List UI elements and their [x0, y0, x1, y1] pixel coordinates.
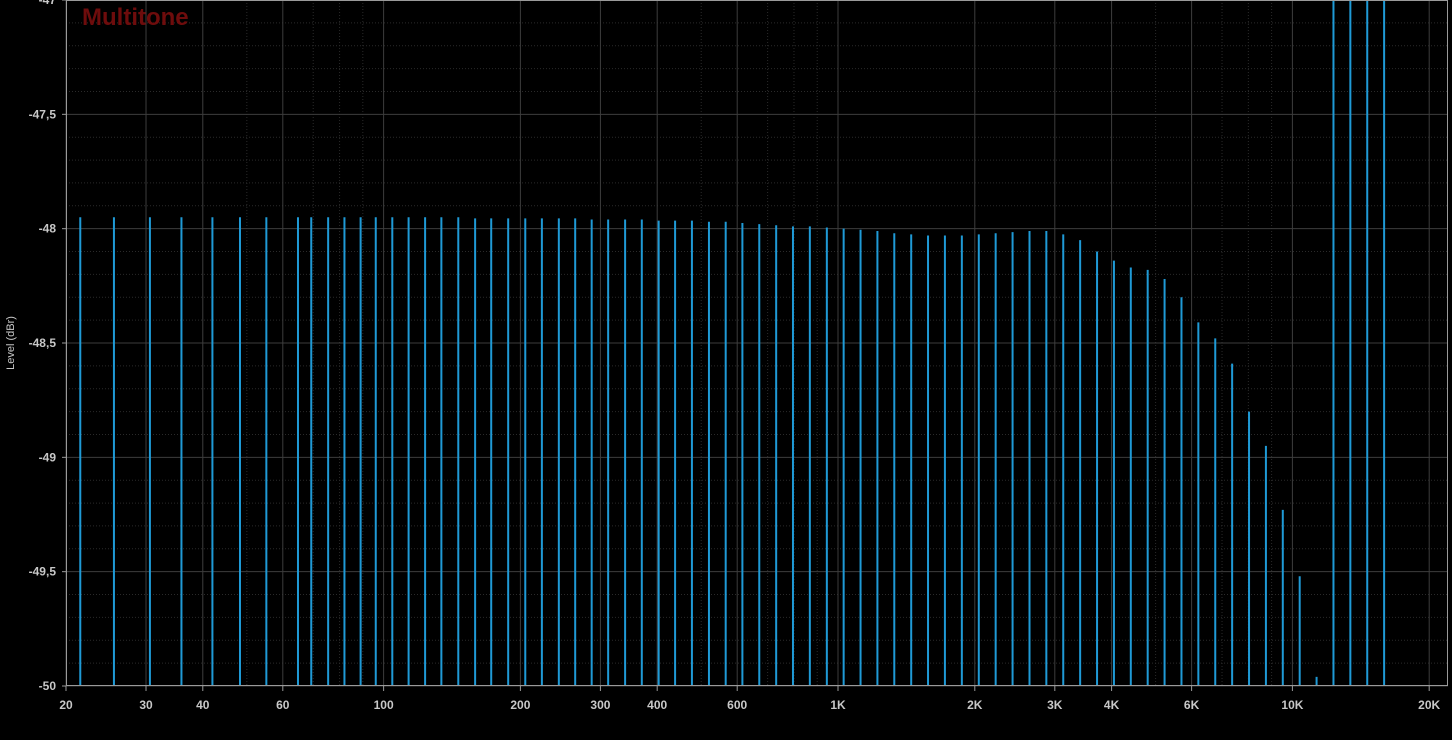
y-tick-label: -49,5	[29, 565, 57, 579]
x-tick-label: 20	[59, 698, 73, 712]
y-tick-label: -47	[39, 0, 57, 7]
x-tick-label: 6K	[1184, 698, 1200, 712]
x-tick-label: 600	[727, 698, 747, 712]
x-tick-label: 2K	[967, 698, 983, 712]
y-tick-label: -49	[39, 450, 57, 464]
x-tick-label: 1K	[830, 698, 846, 712]
y-tick-label: -47,5	[29, 107, 57, 121]
x-tick-label: 300	[590, 698, 610, 712]
y-tick-label: -48	[39, 222, 57, 236]
y-tick-label: -48,5	[29, 336, 57, 350]
x-tick-label: 3K	[1047, 698, 1063, 712]
x-tick-label: 400	[647, 698, 667, 712]
x-tick-label: 100	[374, 698, 394, 712]
x-tick-label: 60	[276, 698, 290, 712]
y-axis-ticks: -47 -47,5 -48 -48,5 -49 -49,5 -50	[29, 0, 66, 693]
y-tick-label: -50	[39, 679, 57, 693]
y-axis-title: Level (dBr)	[5, 316, 17, 370]
x-tick-label: 30	[139, 698, 153, 712]
x-tick-label: 200	[510, 698, 530, 712]
multitone-spectrum-chart: -47-47,5-48-48,5-49-49,5-50 20 30 40 60 100 2…	[5, 0, 1448, 712]
x-tick-label: 10K	[1281, 698, 1303, 712]
x-tick-label: 4K	[1104, 698, 1120, 712]
chart-title: Multitone	[82, 4, 189, 31]
x-tick-label: 40	[196, 698, 210, 712]
x-axis-ticks: 20 30 40 60 100 200 300 400 600 1K 2K 3K 4K 6K 10K 20K	[59, 686, 1441, 712]
x-tick-label: 20K	[1418, 698, 1440, 712]
